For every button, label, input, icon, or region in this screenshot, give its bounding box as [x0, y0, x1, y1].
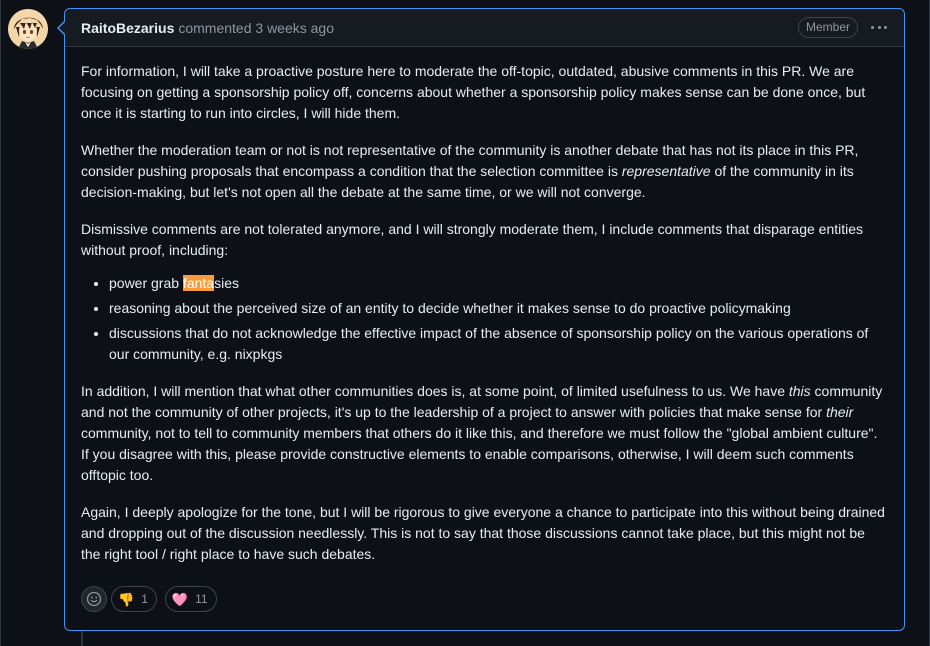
bullet-list: power grab fantasies reasoning about the…	[81, 273, 888, 365]
page: RaitoBezarius commented 3 weeks ago Memb…	[0, 0, 930, 646]
timeline-line	[81, 630, 83, 646]
avatar-image	[8, 9, 48, 49]
paragraph-3: Dismissive comments are not tolerated an…	[81, 221, 864, 258]
list-item: power grab fantasies	[109, 273, 888, 294]
paragraph-4: In addition, I will mention that what ot…	[81, 383, 883, 483]
reaction-count: 1	[141, 592, 148, 606]
reaction-count: 11	[195, 592, 208, 606]
more-options-icon[interactable]	[870, 19, 888, 37]
left-divider	[0, 0, 1, 646]
emphasis: their	[826, 404, 854, 420]
paragraph-5: Again, I deeply apologize for the tone, …	[81, 504, 885, 562]
reactions-bar: 👎 1 🩷 11	[81, 586, 225, 612]
paragraph-2: Whether the moderation team or not is no…	[81, 142, 859, 200]
emphasis: this	[788, 383, 811, 399]
author-name[interactable]: RaitoBezarius	[81, 20, 174, 36]
comment-body: For information, I will take a proactive…	[65, 47, 904, 565]
comment-box: RaitoBezarius commented 3 weeks ago Memb…	[57, 8, 905, 631]
search-highlight: fanta	[182, 275, 215, 291]
reaction-heart[interactable]: 🩷 11	[164, 586, 217, 612]
smiley-icon	[86, 591, 102, 607]
list-item: reasoning about the perceived size of an…	[109, 298, 888, 319]
thumbs-down-icon: 👎	[118, 591, 135, 607]
comment-header: RaitoBezarius commented 3 weeks ago Memb…	[65, 9, 904, 47]
emphasis: representative	[621, 163, 711, 179]
comment-timestamp[interactable]: commented 3 weeks ago	[178, 20, 334, 36]
list-item: discussions that do not acknowledge the …	[109, 323, 888, 365]
paragraph-1: For information, I will take a proactive…	[81, 63, 866, 121]
add-reaction-button[interactable]	[81, 586, 107, 612]
reaction-thumbs-down[interactable]: 👎 1	[111, 586, 157, 612]
avatar[interactable]	[8, 9, 48, 49]
member-badge: Member	[797, 17, 858, 38]
heart-icon: 🩷	[171, 591, 189, 607]
